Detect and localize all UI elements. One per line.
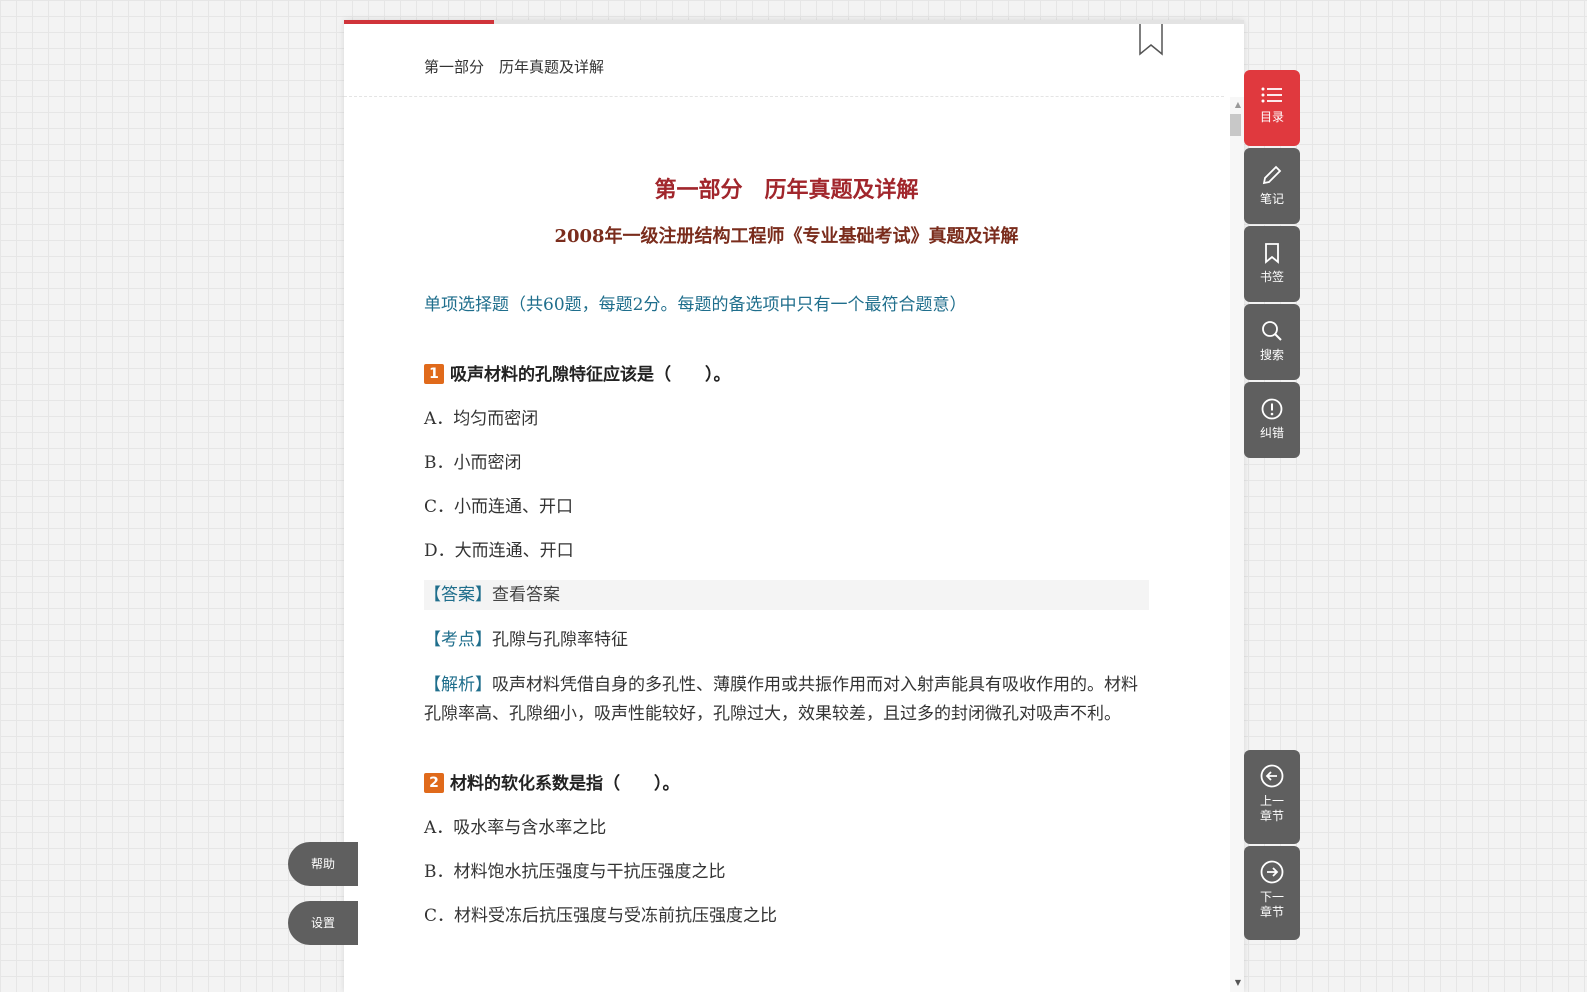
option-b: B．材料饱水抗压强度与干抗压强度之比 — [424, 862, 726, 882]
question-2: 2 材料的软化系数是指（ ）。 A．吸水率与含水率之比 B．材料饱水抗压强度与干抗… — [424, 769, 1149, 931]
next-chapter-button[interactable]: 下一章节 — [1244, 846, 1300, 940]
reader-page: 第一部分 历年真题及详解 ▲ ▼ 第一部分 历年真题及详解 2008年一级注册结… — [344, 20, 1244, 992]
section-intro: 单项选择题（共60题，每题2分。每题的备选项中只有一个最符合题意） — [424, 295, 967, 315]
part-title: 第一部分 历年真题及详解 — [654, 177, 919, 203]
notes-label: 笔记 — [1259, 192, 1284, 206]
settings-button[interactable]: 设置 — [288, 901, 358, 945]
analysis: 【解析】吸声材料凭借自身的多孔性、薄膜作用或共振作用而对入射声能具有吸收作用的。… — [424, 671, 1149, 729]
toc-button[interactable]: 目录 — [1244, 70, 1300, 146]
help-button[interactable]: 帮助 — [288, 842, 358, 886]
option-a: A．吸水率与含水率之比 — [424, 818, 607, 838]
report-label: 纠错 — [1259, 426, 1284, 440]
pencil-icon — [1262, 165, 1282, 185]
analysis-text: 吸声材料凭借自身的多孔性、薄膜作用或共振作用而对入射声能具有吸收作用的。材料孔隙… — [424, 675, 1138, 724]
toc-label: 目录 — [1259, 110, 1284, 124]
notes-button[interactable]: 笔记 — [1244, 148, 1300, 224]
scrollbar[interactable] — [1230, 97, 1244, 992]
alert-circle-icon — [1261, 398, 1283, 420]
reading-progress-fill — [344, 20, 495, 24]
question-number-badge: 2 — [424, 773, 444, 793]
document-title: 2008年一级注册结构工程师《专业基础考试》真题及详解 — [554, 226, 1019, 247]
prev-chapter-label: 上一章节 — [1259, 794, 1284, 823]
answer-tag: 【答案】 — [424, 585, 492, 605]
search-button[interactable]: 搜索 — [1244, 304, 1300, 380]
bookmark-button[interactable]: 书签 — [1244, 226, 1300, 302]
chapter-header: 第一部分 历年真题及详解 — [424, 58, 605, 76]
search-icon — [1262, 321, 1282, 341]
point-tag: 【考点】 — [424, 630, 492, 650]
question-stem: 2 材料的软化系数是指（ ）。 — [424, 769, 1149, 799]
prev-chapter-button[interactable]: 上一章节 — [1244, 750, 1300, 844]
search-label: 搜索 — [1259, 348, 1284, 362]
question-number-badge: 1 — [424, 364, 444, 384]
article-content: 第一部分 历年真题及详解 2008年一级注册结构工程师《专业基础考试》真题及详解… — [424, 170, 1149, 931]
report-error-button[interactable]: 纠错 — [1244, 382, 1300, 458]
option-c: C．小而连通、开口 — [424, 497, 574, 517]
arrow-left-circle-icon — [1260, 764, 1284, 788]
header-divider — [344, 96, 1224, 97]
option-a: A．均匀而密闭 — [424, 409, 539, 429]
view-answer-link[interactable]: 查看答案 — [492, 585, 560, 605]
question-stem: 1 吸声材料的孔隙特征应该是（ ）。 — [424, 360, 1149, 390]
arrow-right-circle-icon — [1260, 860, 1284, 884]
answer-row: 【答案】查看答案 — [424, 580, 1149, 610]
side-toolbar: 目录 笔记 书签 搜索 纠错 — [1244, 70, 1300, 460]
analysis-tag: 【解析】 — [424, 675, 492, 695]
knowledge-point: 【考点】孔隙与孔隙率特征 — [424, 626, 1149, 655]
scroll-up-arrow-icon[interactable]: ▲ — [1235, 100, 1241, 109]
option-b: B．小而密闭 — [424, 453, 522, 473]
bookmark-label: 书签 — [1259, 270, 1284, 284]
option-c: C．材料受冻后抗压强度与受冻前抗压强度之比 — [424, 906, 778, 926]
list-icon — [1261, 87, 1282, 103]
scroll-down-arrow-icon[interactable]: ▼ — [1235, 978, 1241, 987]
option-d: D．大而连通、开口 — [424, 541, 574, 561]
question-text: 材料的软化系数是指（ ）。 — [450, 774, 680, 794]
point-text: 孔隙与孔隙率特征 — [492, 630, 628, 650]
question-text: 吸声材料的孔隙特征应该是（ ）。 — [450, 365, 731, 385]
chapter-nav: 上一章节 下一章节 — [1244, 750, 1300, 942]
bookmark-icon — [1265, 243, 1279, 264]
question-1: 1 吸声材料的孔隙特征应该是（ ）。 A．均匀而密闭 B．小而密闭 C．小而连通、… — [424, 360, 1149, 729]
scrollbar-thumb[interactable] — [1230, 114, 1241, 136]
reading-progress-track — [344, 20, 1244, 24]
bookmark-ribbon-icon[interactable] — [1139, 24, 1163, 56]
next-chapter-label: 下一章节 — [1259, 890, 1284, 919]
